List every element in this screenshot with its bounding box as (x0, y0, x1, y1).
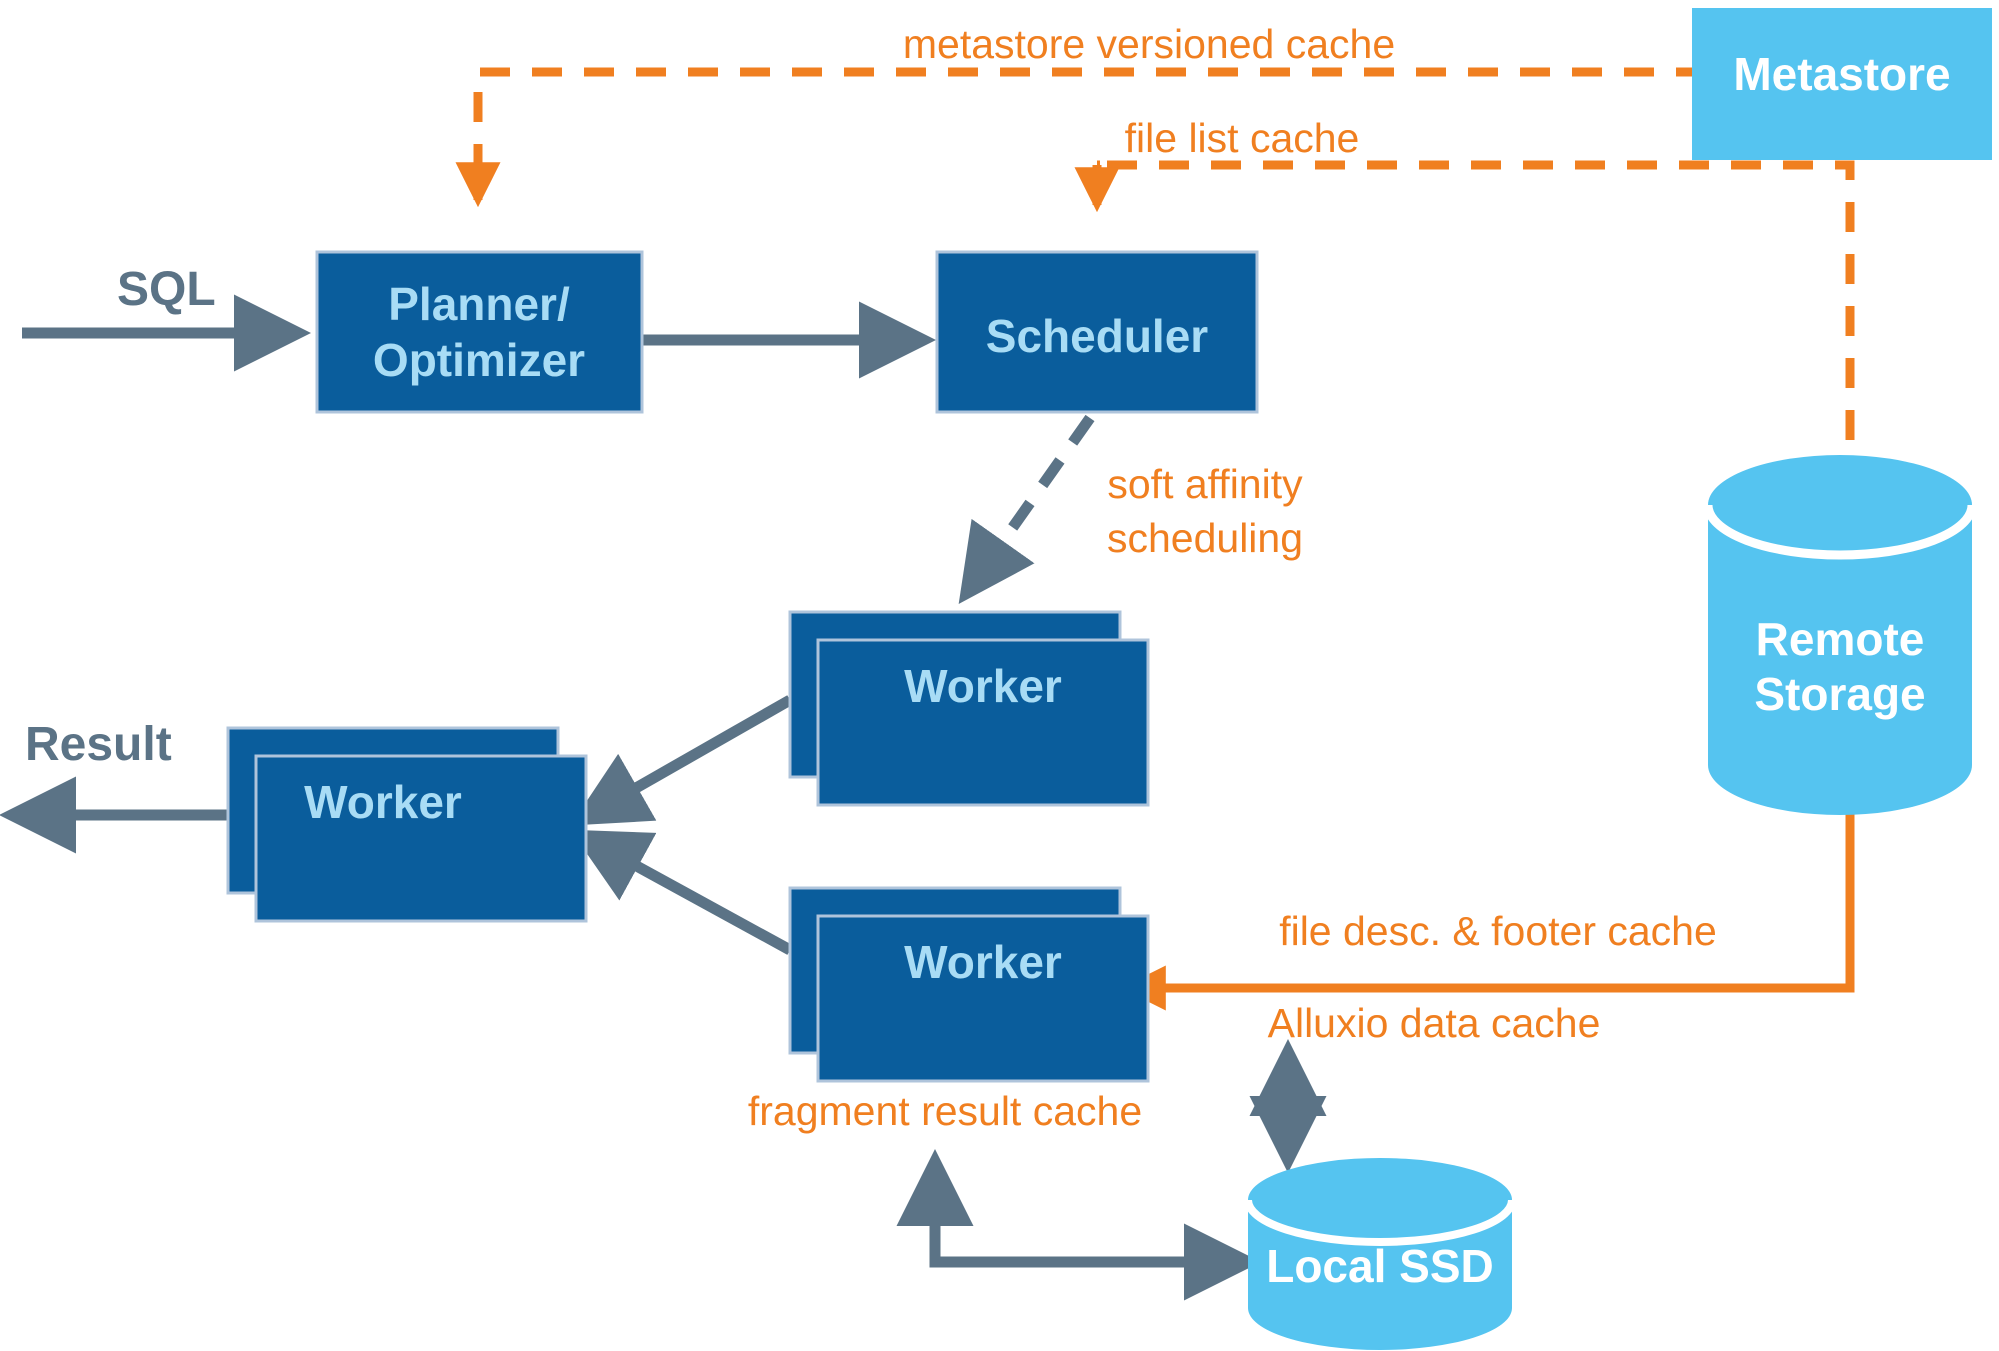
worker-bottom-label: Worker (904, 936, 1062, 988)
diagram-canvas: Planner/ Optimizer Scheduler Worker Work… (0, 0, 1999, 1351)
node-planner-optimizer[interactable]: Planner/ Optimizer (315, 250, 644, 414)
result-output-label: Result (25, 718, 172, 771)
worker-left-label: Worker (304, 776, 462, 828)
node-scheduler[interactable]: Scheduler (935, 250, 1259, 414)
node-metastore[interactable]: Metastore (1692, 8, 1992, 160)
node-local-ssd[interactable]: Local SSD (1244, 1158, 1516, 1350)
label-alluxio-data-cache: Alluxio data cache (1268, 1000, 1601, 1046)
label-file-desc-footer-cache: file desc. & footer cache (1279, 908, 1717, 954)
worker-top-label: Worker (904, 660, 1062, 712)
edge-file-desc-footer-cache (1120, 800, 1855, 1011)
label-soft-affinity-line2: scheduling (1107, 515, 1303, 561)
label-metastore-versioned-cache: metastore versioned cache (903, 21, 1395, 67)
edge-fragment-result-cache (896, 1149, 1261, 1301)
label-file-list-cache: file list cache (1125, 115, 1360, 161)
local-ssd-label: Local SSD (1266, 1240, 1494, 1292)
sql-input-label: SQL (117, 263, 216, 316)
remote-storage-label-line2: Storage (1754, 668, 1925, 720)
architecture-diagram: Planner/ Optimizer Scheduler Worker Work… (0, 8, 1992, 1350)
node-worker-top[interactable]: Worker (788, 610, 1150, 807)
planner-label-line1: Planner/ (388, 278, 570, 330)
scheduler-label: Scheduler (986, 310, 1209, 362)
edge-worker-top-to-worker-left (570, 695, 793, 826)
label-soft-affinity-line1: soft affinity (1107, 461, 1303, 507)
node-worker-bottom[interactable]: Worker (788, 886, 1150, 1083)
metastore-label: Metastore (1733, 48, 1950, 100)
edge-worker-bottom-to-worker-left (570, 829, 793, 955)
node-worker-left[interactable]: Worker (226, 726, 588, 923)
remote-storage-label-line1: Remote (1756, 613, 1925, 665)
edge-soft-affinity-scheduling (958, 414, 1095, 604)
label-fragment-result-cache: fragment result cache (748, 1088, 1142, 1134)
planner-label-line2: Optimizer (373, 334, 585, 386)
node-remote-storage[interactable]: Remote Storage (1703, 455, 1977, 815)
